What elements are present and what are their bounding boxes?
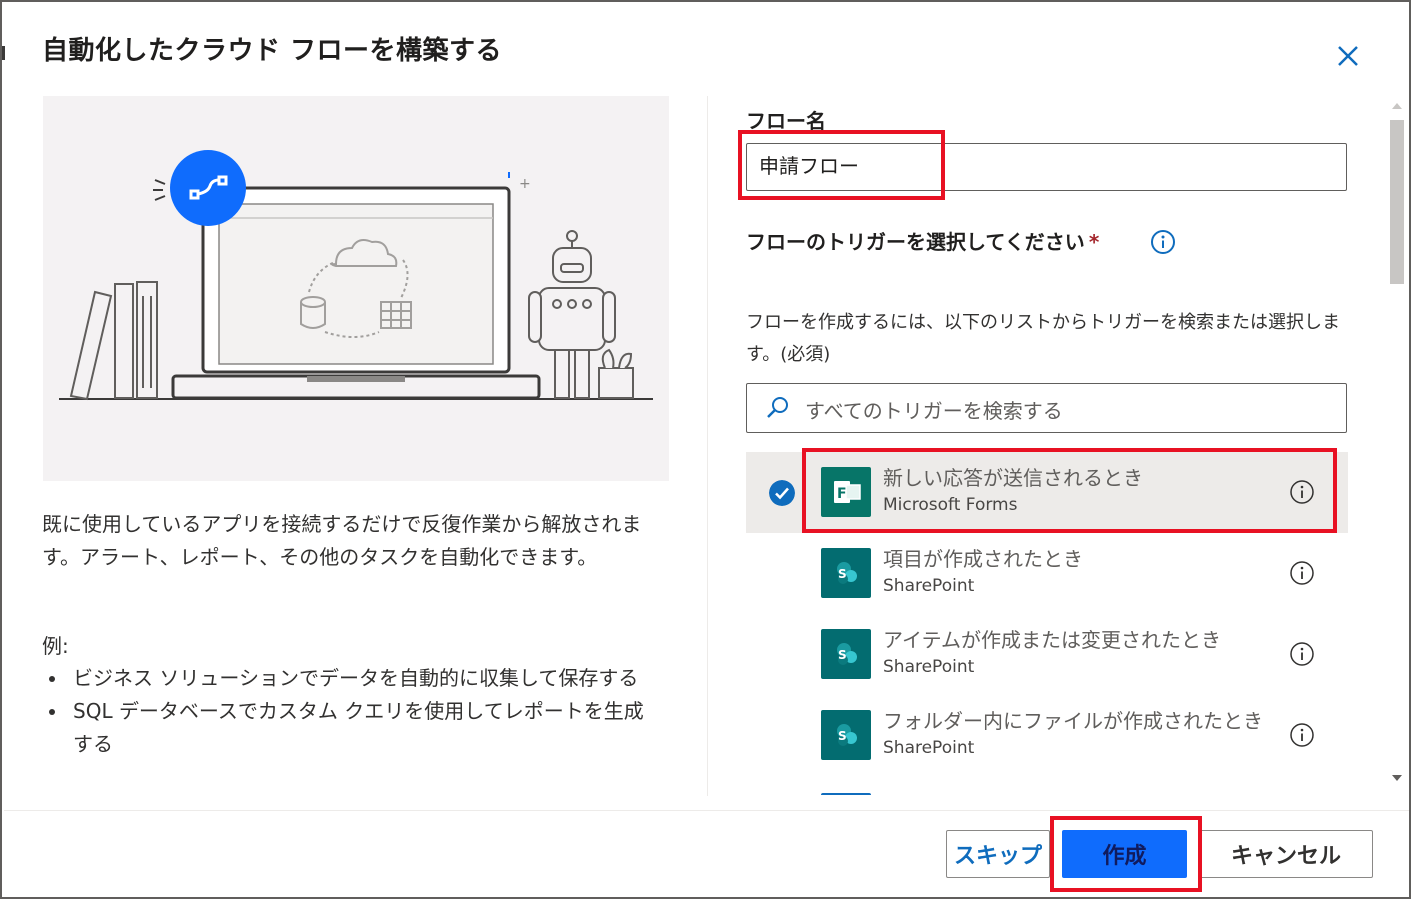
info-icon[interactable] — [1289, 560, 1315, 586]
search-placeholder: すべてのトリガーを検索する — [805, 399, 1063, 423]
skip-button[interactable]: スキップ — [946, 830, 1050, 878]
create-flow-dialog: 自動化したクラウド フローを構築する + 既に使用しているアプリを接続するだけで… — [0, 0, 1411, 899]
close-icon[interactable] — [1332, 40, 1364, 72]
examples-label: 例: — [42, 634, 69, 658]
trigger-connector: SharePoint — [883, 657, 975, 677]
scroll-up-icon[interactable] — [1390, 100, 1404, 112]
examples-list: ビジネス ソリューションでデータを自動的に収集して保存する SQL データベース… — [42, 662, 662, 761]
svg-text:S: S — [838, 648, 847, 662]
trigger-item-sharepoint-item-created[interactable]: S 項目が作成されたとき SharePoint — [746, 533, 1348, 614]
sharepoint-icon: S — [821, 548, 871, 598]
cancel-button[interactable]: キャンセル — [1199, 830, 1373, 878]
trigger-connector: SharePoint — [883, 576, 975, 596]
create-highlight-box — [1050, 816, 1202, 892]
info-icon[interactable] — [1150, 229, 1176, 255]
scroll-down-icon[interactable] — [1390, 772, 1404, 784]
example-item: ビジネス ソリューションでデータを自動的に収集して保存する — [42, 662, 662, 695]
svg-text:S: S — [838, 567, 847, 581]
trigger-label: フローのトリガーを選択してください * — [746, 226, 1099, 255]
trigger-label-text: フローのトリガーを選択してください — [746, 230, 1085, 254]
sharepoint-glyph: S — [837, 724, 857, 746]
trigger-item-sharepoint-item-modified[interactable]: S アイテムが作成または変更されたとき SharePoint — [746, 614, 1348, 695]
trigger-hint-text: フローを作成するには、以下のリストからトリガーを検索または選択します。(必須) — [746, 312, 1340, 365]
search-icon — [767, 397, 788, 418]
panel-divider — [707, 96, 708, 796]
scrollbar-thumb[interactable] — [1390, 120, 1404, 284]
hero-illustration: + — [43, 96, 669, 481]
sharepoint-glyph: S — [837, 562, 857, 584]
info-icon[interactable] — [1289, 722, 1315, 748]
trigger-name: アイテムが作成または変更されたとき — [883, 628, 1221, 652]
sharepoint-icon: S — [821, 710, 871, 760]
sharepoint-icon: S — [821, 629, 871, 679]
info-icon[interactable] — [1289, 641, 1315, 667]
trigger-item-partial[interactable] — [746, 776, 1348, 795]
sharepoint-glyph: S — [837, 643, 857, 665]
trigger-name: フォルダー内にファイルが作成されたとき — [883, 709, 1263, 733]
trigger-name: 項目が作成されたとき — [883, 547, 1083, 571]
check-icon — [769, 480, 795, 506]
flow-name-highlight-box — [738, 130, 945, 200]
dialog-title: 自動化したクラウド フローを構築する — [42, 36, 503, 66]
dialog-description: 既に使用しているアプリを接続するだけで反復作業から解放されます。アラート、レポー… — [42, 512, 642, 569]
svg-text:+: + — [519, 176, 531, 192]
laptop-robot-illustration: + — [59, 150, 653, 401]
selected-trigger-highlight-box — [802, 448, 1337, 533]
window-edge-marker — [2, 46, 5, 60]
required-mark: * — [1088, 230, 1100, 254]
trigger-item-sharepoint-file-created[interactable]: S フォルダー内にファイルが作成されたとき SharePoint — [746, 695, 1348, 776]
example-item: SQL データベースでカスタム クエリを使用してレポートを生成する — [42, 695, 662, 761]
trigger-search-input[interactable]: すべてのトリガーを検索する — [746, 383, 1347, 433]
trigger-connector: SharePoint — [883, 738, 975, 758]
svg-text:S: S — [838, 729, 847, 743]
app-icon-partial — [821, 793, 871, 795]
footer-divider — [4, 810, 1409, 811]
